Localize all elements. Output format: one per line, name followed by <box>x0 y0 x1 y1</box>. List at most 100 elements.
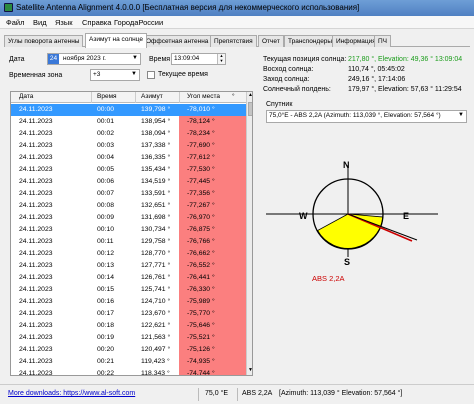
cell-azimuth: 138,094 ° <box>141 130 171 137</box>
tab-sun-azimuth[interactable]: Азимут на солнце <box>85 33 147 48</box>
col-azimuth-header[interactable]: Азимут <box>141 93 163 100</box>
cell-azimuth: 137,338 ° <box>141 142 171 149</box>
cell-elevation: -77,690 ° <box>187 142 215 149</box>
cell-date: 24.11.2023 <box>19 142 53 149</box>
table-row[interactable]: 24.11.2023 00:12 128,770 ° -76,662 ° <box>11 248 246 260</box>
time-label: Время <box>149 56 171 63</box>
menu-view[interactable]: Вид <box>33 18 47 27</box>
table-row[interactable]: 24.11.2023 00:05 135,434 ° -77,530 ° <box>11 164 246 176</box>
downloads-link[interactable]: More downloads: https://www.al-soft.com <box>8 390 135 397</box>
cell-elevation: -78,234 ° <box>187 130 215 137</box>
table-row[interactable]: 24.11.2023 00:20 120,497 ° -75,126 ° <box>11 344 246 356</box>
sunset-value: 249,16 °, 17:14:06 <box>348 76 406 83</box>
sun-position-table[interactable]: Дата Время Азимут Угол места ° 24.11.202… <box>10 91 253 376</box>
col-date-header[interactable]: Дата <box>19 93 33 100</box>
cell-time: 00:13 <box>97 262 115 269</box>
cell-azimuth: 118,343 ° <box>141 370 170 376</box>
scroll-down-icon[interactable]: ▼ <box>247 367 252 375</box>
window-title: Satellite Antenna Alignment 4.0.0.0 [Бес… <box>16 3 360 12</box>
status-divider <box>237 388 238 401</box>
cell-azimuth: 133,591 ° <box>141 190 171 197</box>
table-row[interactable]: 24.11.2023 00:02 138,094 ° -78,234 ° <box>11 128 246 140</box>
table-row[interactable]: 24.11.2023 00:21 119,423 ° -74,935 ° <box>11 356 246 368</box>
table-row[interactable]: 24.11.2023 00:07 133,591 ° -77,356 ° <box>11 188 246 200</box>
time-spinner-icon[interactable]: ▲ ▼ <box>217 54 225 64</box>
column-divider[interactable] <box>179 92 180 103</box>
table-row[interactable]: 24.11.2023 00:13 127,771 ° -76,552 ° <box>11 260 246 272</box>
date-picker[interactable]: 24 ноября 2023 г. ▼ <box>47 53 141 65</box>
tab-if[interactable]: ПЧ <box>374 35 392 47</box>
cell-date: 24.11.2023 <box>19 286 53 293</box>
time-field[interactable]: 13:09:04 ▲ ▼ <box>171 53 226 65</box>
cell-elevation: -77,356 ° <box>187 190 215 197</box>
satellite-select[interactable]: 75,0°E - ABS 2,2A (Azimuth: 113,039 °, E… <box>266 110 467 123</box>
col-elevation-header[interactable]: Угол места <box>187 93 220 100</box>
table-row[interactable]: 24.11.2023 00:08 132,651 ° -77,267 ° <box>11 200 246 212</box>
date-day[interactable]: 24 <box>48 54 59 64</box>
current-time-checkbox[interactable] <box>147 71 155 79</box>
chevron-down-icon[interactable]: ▼ <box>131 71 137 77</box>
cell-time: 00:20 <box>97 346 115 353</box>
table-row[interactable]: 24.11.2023 00:15 125,741 ° -76,330 ° <box>11 284 246 296</box>
cell-date: 24.11.2023 <box>19 190 53 197</box>
scroll-thumb[interactable] <box>248 102 252 116</box>
sunrise-label: Восход солнца: <box>263 66 314 73</box>
chevron-down-icon[interactable]: ▼ <box>132 55 138 61</box>
cell-azimuth: 120,497 ° <box>141 346 171 353</box>
table-row[interactable]: 24.11.2023 00:06 134,519 ° -77,445 ° <box>11 176 246 188</box>
table-row[interactable]: 24.11.2023 00:09 131,698 ° -76,970 ° <box>11 212 246 224</box>
tab-rotation-angles[interactable]: Углы поворота антенны <box>4 35 84 47</box>
scroll-up-icon[interactable]: ▲ <box>247 92 252 100</box>
cell-time: 00:18 <box>97 322 115 329</box>
sun-current-position-label: Текущая позиция солнца: <box>263 56 347 63</box>
menu-language[interactable]: Язык <box>55 18 73 27</box>
table-scrollbar[interactable]: ▲ ▼ <box>246 92 252 375</box>
status-divider <box>198 388 199 401</box>
cell-time: 00:21 <box>97 358 115 365</box>
cell-azimuth: 123,670 ° <box>141 310 171 317</box>
column-divider[interactable] <box>135 92 136 103</box>
table-row[interactable]: 24.11.2023 00:10 130,734 ° -76,875 ° <box>11 224 246 236</box>
cell-time: 00:12 <box>97 250 115 257</box>
table-row[interactable]: 24.11.2023 00:00 139,798 ° -78,010 ° <box>11 104 246 116</box>
menu-file[interactable]: Файл <box>6 18 24 27</box>
tab-offset-antenna[interactable]: Оффсетная антенна <box>142 35 213 47</box>
tab-information[interactable]: Информация <box>332 35 380 47</box>
satellite-label: Спутник <box>266 101 293 108</box>
table-row[interactable]: 24.11.2023 00:11 129,758 ° -76,766 ° <box>11 236 246 248</box>
cell-time: 00:05 <box>97 166 115 173</box>
table-row[interactable]: 24.11.2023 00:01 138,954 ° -78,124 ° <box>11 116 246 128</box>
cell-date: 24.11.2023 <box>19 202 53 209</box>
cell-elevation: -76,875 ° <box>187 226 215 233</box>
tab-report[interactable]: Отчет <box>258 35 284 47</box>
cell-elevation: -77,267 ° <box>187 202 215 209</box>
menu-russian-cities[interactable]: ГородаРоссии <box>114 18 163 27</box>
menu-help[interactable]: Справка <box>82 18 111 27</box>
table-row[interactable]: 24.11.2023 00:03 137,338 ° -77,690 ° <box>11 140 246 152</box>
table-row[interactable]: 24.11.2023 00:14 126,761 ° -76,441 ° <box>11 272 246 284</box>
sunrise-value: 110,74 °, 05:45:02 <box>348 66 405 73</box>
table-row[interactable]: 24.11.2023 00:04 136,335 ° -77,612 ° <box>11 152 246 164</box>
cell-date: 24.11.2023 <box>19 322 53 329</box>
timezone-select[interactable]: +3 ▼ <box>90 69 140 81</box>
table-row[interactable]: 24.11.2023 00:18 122,621 ° -75,646 ° <box>11 320 246 332</box>
cell-azimuth: 136,335 ° <box>141 154 171 161</box>
tab-transponders[interactable]: Транспондеры <box>284 35 337 47</box>
table-row[interactable]: 24.11.2023 00:22 118,343 ° -74,744 ° <box>11 368 246 376</box>
cell-time: 00:11 <box>97 238 114 245</box>
cell-date: 24.11.2023 <box>19 346 53 353</box>
chevron-down-icon[interactable]: ▼ <box>458 112 464 118</box>
column-divider[interactable] <box>91 92 92 103</box>
cell-elevation: -75,126 ° <box>187 346 215 353</box>
table-row[interactable]: 24.11.2023 00:17 123,670 ° -75,770 ° <box>11 308 246 320</box>
cell-elevation: -77,445 ° <box>187 178 215 185</box>
cell-azimuth: 125,741 ° <box>141 286 171 293</box>
table-row[interactable]: 24.11.2023 00:16 124,710 ° -75,989 ° <box>11 296 246 308</box>
table-row[interactable]: 24.11.2023 00:19 121,563 ° -75,521 ° <box>11 332 246 344</box>
tab-obstacles[interactable]: Препятствия <box>210 35 257 47</box>
col-time-header[interactable]: Время <box>97 93 117 100</box>
timezone-label: Временная зона <box>9 72 63 79</box>
cell-date: 24.11.2023 <box>19 118 53 125</box>
cell-time: 00:14 <box>97 274 115 281</box>
cell-date: 24.11.2023 <box>19 334 53 341</box>
